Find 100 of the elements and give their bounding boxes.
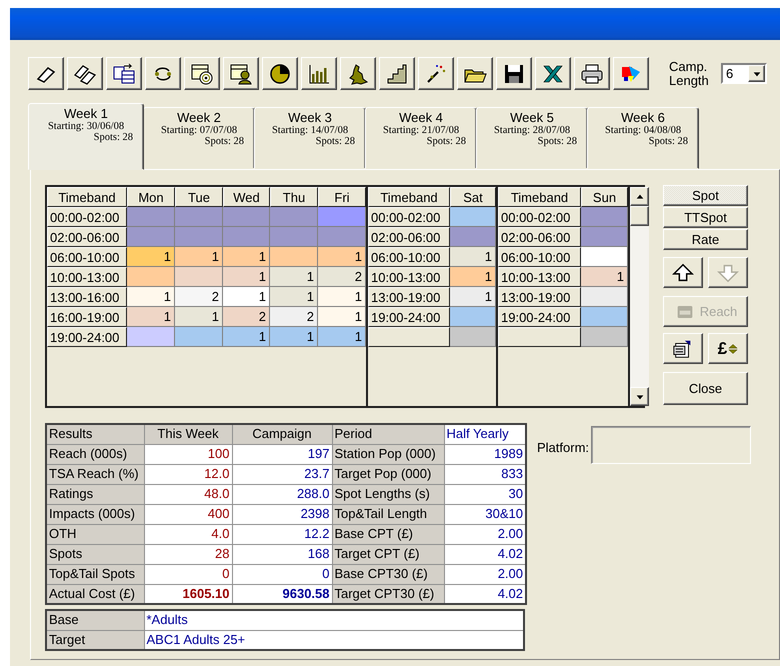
- dropdown-button[interactable]: [748, 65, 765, 82]
- grid-cell[interactable]: [450, 227, 496, 247]
- timeband-header[interactable]: 00:00-02:00: [368, 207, 450, 227]
- close-button[interactable]: Close: [663, 372, 748, 405]
- week-tab[interactable]: Week 5 Starting: 28/07/08 Spots: 28: [476, 107, 588, 169]
- grid-cell[interactable]: [450, 307, 496, 327]
- grid-cell[interactable]: 1: [318, 327, 366, 347]
- grid-cell[interactable]: 1: [175, 307, 223, 327]
- timeband-header[interactable]: 16:00-19:00: [47, 307, 127, 327]
- grid-cell[interactable]: 1: [450, 247, 496, 267]
- toolbar-button[interactable]: [28, 57, 64, 90]
- grid-cell[interactable]: [175, 327, 223, 347]
- grid-cell[interactable]: 1: [318, 247, 366, 267]
- grid-cell[interactable]: [318, 207, 366, 227]
- mode-button[interactable]: Spot: [663, 185, 748, 206]
- toolbar-button[interactable]: [67, 57, 103, 90]
- grid-cell[interactable]: 1: [450, 267, 496, 287]
- grid-cell[interactable]: 1: [175, 247, 223, 267]
- scroll-up-button[interactable]: [630, 187, 649, 206]
- grid-cell[interactable]: [581, 287, 628, 307]
- timeband-header[interactable]: 00:00-02:00: [498, 207, 581, 227]
- grid-cell[interactable]: [127, 207, 175, 227]
- grid-cell[interactable]: [581, 207, 628, 227]
- grid-cell[interactable]: [175, 207, 223, 227]
- scroll-thumb[interactable]: [630, 206, 649, 226]
- grid-cell[interactable]: 1: [318, 287, 366, 307]
- timeband-header[interactable]: 06:00-10:00: [47, 247, 127, 267]
- timeband-header[interactable]: 02:00-06:00: [368, 227, 450, 247]
- grid-cell[interactable]: 1: [127, 247, 175, 267]
- grid-cell[interactable]: 1: [223, 267, 270, 287]
- mode-button[interactable]: TTSpot: [663, 207, 748, 228]
- move-up-button[interactable]: [663, 257, 703, 288]
- toolbar-button[interactable]: [496, 57, 532, 90]
- toolbar-button[interactable]: [223, 57, 259, 90]
- grid-cell[interactable]: 1: [318, 307, 366, 327]
- week-tab[interactable]: Week 2 Starting: 07/07/08 Spots: 28: [143, 107, 255, 169]
- grid-cell[interactable]: [127, 267, 175, 287]
- grid-cell[interactable]: 1: [223, 247, 270, 267]
- scroll-down-button[interactable]: [630, 387, 649, 406]
- timeband-header[interactable]: 02:00-06:00: [498, 227, 581, 247]
- timeband-header[interactable]: 19:00-24:00: [498, 307, 581, 327]
- grid-cell[interactable]: 1: [223, 287, 270, 307]
- week-tab[interactable]: Week 6 Starting: 04/08/08 Spots: 28: [587, 107, 699, 169]
- toolbar-button[interactable]: [145, 57, 181, 90]
- grid-cell[interactable]: 2: [270, 307, 318, 327]
- grid-cell[interactable]: 1: [270, 287, 318, 307]
- grid-cell[interactable]: 2: [223, 307, 270, 327]
- grid-cell[interactable]: 1: [127, 307, 175, 327]
- grid-cell[interactable]: 1: [127, 287, 175, 307]
- timeband-header[interactable]: 19:00-24:00: [368, 307, 450, 327]
- grid-cell[interactable]: 2: [175, 287, 223, 307]
- grid-cell[interactable]: [581, 227, 628, 247]
- grid-cell[interactable]: [450, 207, 496, 227]
- week-tab[interactable]: Week 4 Starting: 21/07/08 Spots: 28: [365, 107, 477, 169]
- toolbar-button[interactable]: [106, 57, 142, 90]
- platform-field[interactable]: [591, 426, 752, 464]
- grid-cell[interactable]: [581, 247, 628, 267]
- timeband-header[interactable]: 00:00-02:00: [47, 207, 127, 227]
- camp-length-select[interactable]: 6: [721, 63, 767, 84]
- toolbar-button[interactable]: [184, 57, 220, 90]
- properties-button[interactable]: [663, 333, 703, 364]
- timeband-header[interactable]: 10:00-13:00: [368, 267, 450, 287]
- grid-cell[interactable]: [270, 207, 318, 227]
- toolbar-button[interactable]: [262, 57, 298, 90]
- grid-cell[interactable]: 1: [450, 287, 496, 307]
- grid-cell[interactable]: 2: [318, 267, 366, 287]
- grid-cell[interactable]: [223, 207, 270, 227]
- timeband-header[interactable]: 13:00-19:00: [498, 287, 581, 307]
- toolbar-button[interactable]: [340, 57, 376, 90]
- timeband-header[interactable]: 19:00-24:00: [47, 327, 127, 347]
- grid-cell[interactable]: [581, 307, 628, 327]
- currency-button[interactable]: £: [708, 333, 748, 364]
- toolbar-button[interactable]: [613, 57, 649, 90]
- timeband-header[interactable]: [498, 327, 581, 347]
- week-tab[interactable]: Week 1 Starting: 30/06/08 Spots: 28: [28, 103, 144, 170]
- grid-cell[interactable]: [318, 227, 366, 247]
- toolbar-button[interactable]: [379, 57, 415, 90]
- timeband-header[interactable]: 02:00-06:00: [47, 227, 127, 247]
- toolbar-button[interactable]: [535, 57, 571, 90]
- timeband-header[interactable]: 10:00-13:00: [498, 267, 581, 287]
- grid-cell[interactable]: [270, 247, 318, 267]
- grid-cell[interactable]: [270, 227, 318, 247]
- timeband-header[interactable]: 10:00-13:00: [47, 267, 127, 287]
- mode-button[interactable]: Rate: [663, 229, 748, 250]
- grid-cell[interactable]: 1: [270, 327, 318, 347]
- grid-cell[interactable]: 1: [270, 267, 318, 287]
- toolbar-button[interactable]: [574, 57, 610, 90]
- week-tab[interactable]: Week 3 Starting: 14/07/08 Spots: 28: [254, 107, 366, 169]
- timeband-header[interactable]: 06:00-10:00: [498, 247, 581, 267]
- grid-cell[interactable]: 1: [581, 267, 628, 287]
- scrollbar[interactable]: [630, 187, 649, 406]
- grid-cell[interactable]: [127, 327, 175, 347]
- timeband-header[interactable]: 13:00-19:00: [368, 287, 450, 307]
- grid-cell[interactable]: 1: [223, 327, 270, 347]
- timeband-header[interactable]: [368, 327, 450, 347]
- timeband-header[interactable]: 06:00-10:00: [368, 247, 450, 267]
- grid-cell[interactable]: [581, 327, 628, 347]
- grid-cell[interactable]: [175, 227, 223, 247]
- grid-cell[interactable]: [450, 327, 496, 347]
- grid-cell[interactable]: [127, 227, 175, 247]
